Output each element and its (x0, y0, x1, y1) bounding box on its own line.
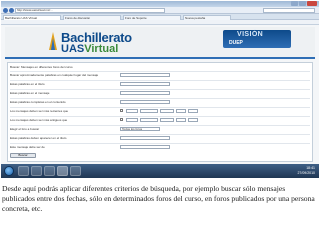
back-icon[interactable] (3, 8, 8, 13)
clock-date: 27/09/2010 (297, 170, 315, 175)
search-button[interactable]: Buscar (10, 153, 36, 158)
web-page: Bachillerato UASVirtual VISIÓN DUEP Busc… (1, 25, 319, 164)
form-row-label: Los mensajes deben ser más recientes que (10, 109, 69, 113)
taskbar: 18:41 27/09/2010 (1, 164, 319, 178)
form-row-label: Estas palabras completas en el contenido (10, 100, 66, 104)
window-controls (291, 1, 317, 6)
form-row: Los mensajes deben ser más recientes que (10, 107, 310, 113)
system-clock: 18:41 27/09/2010 (297, 166, 315, 175)
text-field[interactable] (120, 73, 170, 77)
site-banner: Bachillerato UASVirtual VISIÓN DUEP (5, 27, 315, 57)
text-field[interactable] (120, 100, 170, 104)
address-bar: http://www.uasvirtual.mx/... (1, 7, 319, 14)
month-select[interactable] (140, 109, 158, 113)
pen-logo-icon (49, 32, 57, 50)
day-select[interactable] (126, 118, 138, 122)
form-row: Los mensajes deben ser más antiguos que (10, 116, 310, 122)
form-row: Estas palabras completas en el contenido (10, 98, 310, 104)
form-row: Elegir el foro a buscar Todos los foros (10, 125, 310, 131)
form-row-label: Buscar aproximadamente palabras en cualq… (10, 73, 99, 77)
form-row: Este mensaje debe ser de (10, 143, 310, 149)
month-select[interactable] (140, 118, 158, 122)
url-field[interactable]: http://www.uasvirtual.mx/... (15, 8, 165, 13)
text-field[interactable] (120, 91, 170, 95)
form-row-label: Elegir el foro a buscar (10, 127, 40, 131)
word-icon[interactable] (70, 166, 81, 176)
form-header: Buscar: Mensajes en diferentes foros del… (10, 65, 73, 69)
caption-text: Desde aquí podrás aplicar diferentes cri… (2, 184, 315, 213)
form-row: Estas palabras deben aparecer en el títu… (10, 134, 310, 140)
forward-icon[interactable] (9, 8, 14, 13)
forum-select[interactable]: Todos los foros (120, 127, 160, 131)
duep-label: DUEP (229, 40, 243, 46)
ie-icon[interactable] (18, 166, 29, 176)
brand-subtitle: UASVirtual (61, 43, 118, 55)
search-input[interactable] (263, 8, 315, 13)
enable-checkbox[interactable] (120, 118, 123, 121)
text-field[interactable] (120, 82, 170, 86)
form-row-label: Estas palabras en el mensaje (10, 91, 50, 95)
year-select[interactable] (160, 118, 174, 122)
form-row: Estas palabras en el mensaje (10, 89, 310, 95)
brand-virtual: Virtual (84, 43, 119, 55)
enable-checkbox[interactable] (120, 109, 123, 112)
form-row-label: Este mensaje debe ser de (10, 145, 45, 149)
media-icon[interactable] (44, 166, 55, 176)
search-form: Buscar: Mensajes en diferentes foros del… (7, 62, 313, 162)
form-row-label: Estas palabras deben aparecer en el títu… (10, 136, 67, 140)
form-row: Estas palabras en el título (10, 80, 310, 86)
day-select[interactable] (126, 109, 138, 113)
explorer-icon[interactable] (31, 166, 42, 176)
brand-uas: UAS (61, 43, 85, 55)
close-button[interactable] (307, 1, 317, 6)
minute-select[interactable] (188, 109, 198, 113)
text-field[interactable] (120, 145, 170, 149)
minute-select[interactable] (188, 118, 198, 122)
year-select[interactable] (160, 109, 174, 113)
hour-select[interactable] (176, 118, 186, 122)
text-field[interactable] (120, 136, 170, 140)
minimize-button[interactable] (291, 1, 298, 6)
browser-icon[interactable] (57, 166, 68, 176)
form-row-label: Estas palabras en el título (10, 82, 45, 86)
vision-label: VISIÓN (237, 31, 264, 38)
form-row: Buscar aproximadamente palabras en cualq… (10, 71, 310, 77)
screenshot: http://www.uasvirtual.mx/... Bachillerat… (1, 1, 319, 178)
site-nav-bar (5, 57, 315, 59)
maximize-button[interactable] (299, 1, 306, 6)
form-row-label: Los mensajes deben ser más antiguos que (10, 118, 68, 122)
start-button[interactable] (4, 166, 14, 176)
hour-select[interactable] (176, 109, 186, 113)
